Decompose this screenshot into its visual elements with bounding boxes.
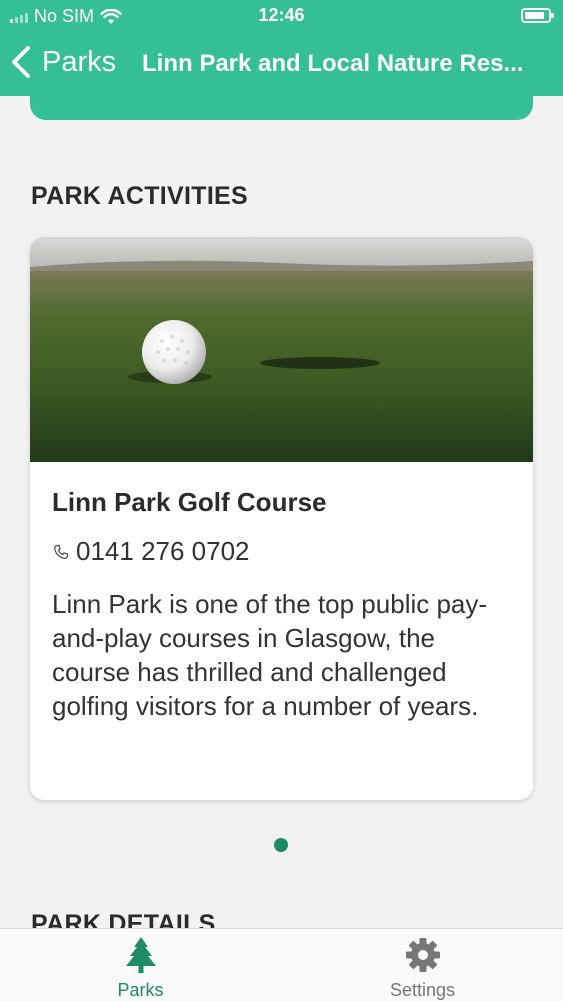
tab-label-settings: Settings (389, 980, 456, 1000)
carousel-page-indicator[interactable] (274, 838, 288, 852)
app-header: No SIM 12:46 Parks Linn Park and Local N… (0, 0, 563, 96)
golf-ball-photo (30, 237, 533, 462)
tree-icon (125, 937, 156, 973)
battery-icon (521, 8, 554, 23)
activity-title: Linn Park Golf Course (52, 487, 327, 517)
scroll-content[interactable]: PARK ACTIVITIES Linn Park Golf Course 01… (0, 96, 563, 928)
gear-icon (405, 938, 440, 972)
phone-icon (54, 544, 69, 559)
section-heading-details: PARK DETAILS (31, 910, 216, 928)
section-heading-activities: PARK ACTIVITIES (31, 182, 249, 210)
status-bar: No SIM 12:46 (0, 0, 563, 32)
navigation-bar: Parks Linn Park and Local Nature Res... (0, 32, 563, 96)
activity-description: Linn Park is one of the top public pay-a… (52, 589, 488, 721)
previous-card-edge (30, 96, 533, 120)
tab-parks[interactable]: Parks (0, 929, 281, 1001)
tab-bar: Parks Settings (0, 928, 563, 1001)
tab-settings[interactable]: Settings (282, 929, 563, 1001)
back-button[interactable]: Parks (10, 40, 116, 84)
page-title: Linn Park and Local Nature Res... (142, 50, 524, 77)
phone-link[interactable]: 0141 276 0702 (52, 536, 250, 567)
tab-label-parks: Parks (117, 980, 164, 1000)
activity-card[interactable]: Linn Park Golf Course 0141 276 0702 Linn… (30, 237, 533, 800)
chevron-left-icon (12, 46, 30, 78)
status-time: 12:46 (258, 5, 305, 25)
back-label: Parks (42, 45, 117, 78)
phone-number: 0141 276 0702 (76, 536, 250, 566)
